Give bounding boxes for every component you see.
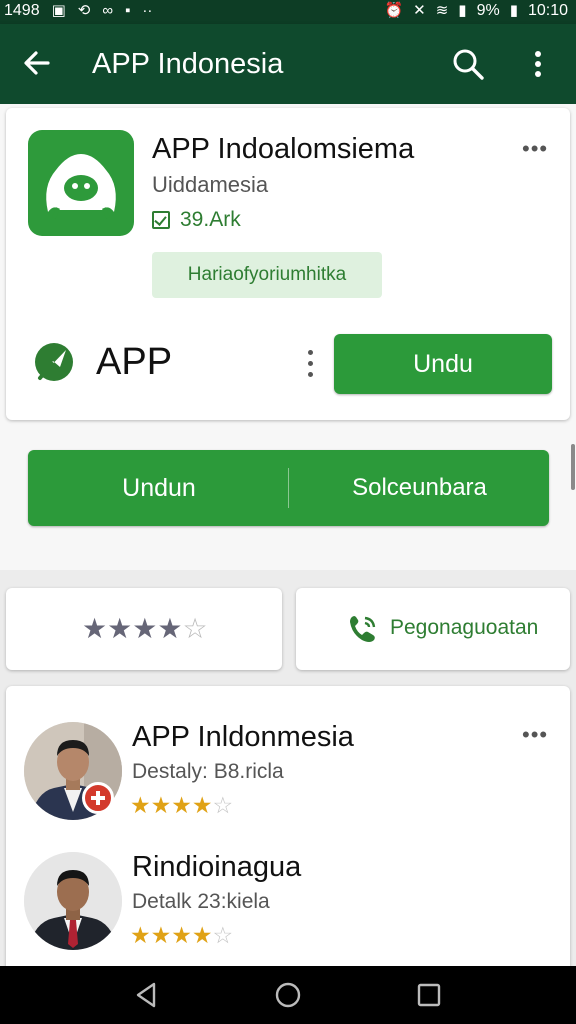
person-photo-icon [24, 852, 122, 950]
check-box-icon [152, 211, 170, 229]
contact-label: Pegonaguoatan [390, 616, 539, 639]
review-meta: Detalk 23:kiela [132, 890, 270, 913]
star-filled-icon: ★ [157, 613, 183, 644]
mute-icon: ✕ [413, 2, 426, 19]
sync-notification-icon: ⟲ [77, 2, 91, 19]
app-size: 39.Ark [152, 208, 241, 232]
app-name: APP Indoalomsiema [152, 133, 415, 165]
more-notifications-icon: ·· [142, 2, 153, 19]
publisher-name: APP [96, 341, 173, 383]
star-filled-icon: ★ [150, 922, 172, 948]
battery-icon: ▮ [509, 2, 518, 19]
download-button[interactable]: Undun [28, 450, 290, 526]
star-filled-icon: ★ [107, 613, 133, 644]
secondary-action-button[interactable]: Solceunbara [290, 450, 549, 526]
star-empty-icon: ☆ [212, 792, 234, 818]
star-filled-icon: ★ [150, 792, 172, 818]
publisher-more-icon[interactable] [304, 346, 318, 382]
app-size-text: 39.Ark [180, 208, 241, 231]
navigation-arrow-icon [35, 343, 73, 381]
status-left: 1498 ▣ ⟲ ∞ ▪ ·· [4, 2, 152, 20]
avatar[interactable] [24, 852, 122, 950]
app-bar: APP Indonesia [0, 24, 576, 104]
review-stars: ★★★★☆ [130, 792, 233, 819]
rating-card[interactable]: ★★★★☆ [6, 588, 282, 670]
status-right: ⏰ ✕ ≋ ▮ 9% ▮ 10:10 [384, 2, 568, 20]
star-filled-icon: ★ [171, 922, 192, 948]
status-time-left: 1498 [4, 2, 40, 19]
more-horiz-icon[interactable]: ••• [522, 138, 550, 160]
status-bar: 1498 ▣ ⟲ ∞ ▪ ·· ⏰ ✕ ≋ ▮ 9% ▮ 10:10 [0, 0, 576, 24]
arrow-back-icon[interactable] [20, 46, 54, 80]
app-card[interactable]: APP Indoalomsiema Uiddamesia 39.Ark Hari… [6, 108, 570, 420]
image-notification-icon: ▣ [51, 2, 66, 19]
action-button-group: Undun Solceunbara [28, 450, 549, 526]
reviews-card: APP Inldonmesia Destaly: B8.ricla ★★★★☆ … [6, 686, 570, 976]
star-filled-icon: ★ [171, 792, 192, 818]
battery-percent: 9% [476, 2, 500, 19]
rating-stars: ★★★★☆ [82, 612, 208, 645]
star-filled-icon: ★ [191, 792, 213, 818]
app-icon[interactable] [28, 130, 134, 236]
star-filled-icon: ★ [130, 792, 151, 818]
review-author: APP Inldonmesia [132, 721, 354, 753]
robot-mascot-icon [46, 154, 116, 219]
star-filled-icon: ★ [191, 922, 213, 948]
button-divider [288, 468, 289, 508]
app-bar-title: APP Indonesia [92, 48, 284, 80]
review-more-icon[interactable]: ••• [522, 724, 550, 746]
nav-home-icon[interactable] [273, 980, 303, 1010]
link-notification-icon: ∞ [102, 2, 114, 19]
wifi-icon: ≋ [435, 2, 449, 19]
review-meta: Destaly: B8.ricla [132, 760, 284, 783]
review-author: Rindioinagua [132, 851, 302, 883]
contact-card[interactable]: Pegonaguoatan [296, 588, 570, 670]
install-button[interactable]: Undu [334, 334, 552, 394]
app-category-badge[interactable]: Hariaofyoriumhitka [152, 252, 382, 298]
status-time: 10:10 [527, 2, 568, 19]
nav-recents-icon[interactable] [414, 980, 444, 1010]
alarm-icon: ⏰ [384, 2, 404, 19]
phone-icon [350, 616, 376, 642]
add-badge-icon[interactable] [82, 782, 114, 814]
star-filled-icon: ★ [132, 613, 158, 644]
star-filled-icon: ★ [82, 613, 108, 644]
star-empty-icon: ☆ [212, 922, 234, 948]
search-icon[interactable] [450, 46, 486, 82]
star-filled-icon: ★ [130, 922, 151, 948]
nav-back-icon[interactable] [132, 980, 162, 1010]
more-vert-icon[interactable] [526, 46, 550, 82]
signal-icon: ▮ [458, 2, 467, 19]
system-navigation-bar [0, 966, 576, 1024]
scrollbar[interactable] [571, 444, 575, 490]
app-subtitle: Uiddamesia [152, 172, 269, 197]
app-notification-icon: ▪ [125, 2, 131, 19]
review-stars: ★★★★☆ [130, 922, 233, 949]
star-empty-icon: ☆ [182, 613, 208, 644]
